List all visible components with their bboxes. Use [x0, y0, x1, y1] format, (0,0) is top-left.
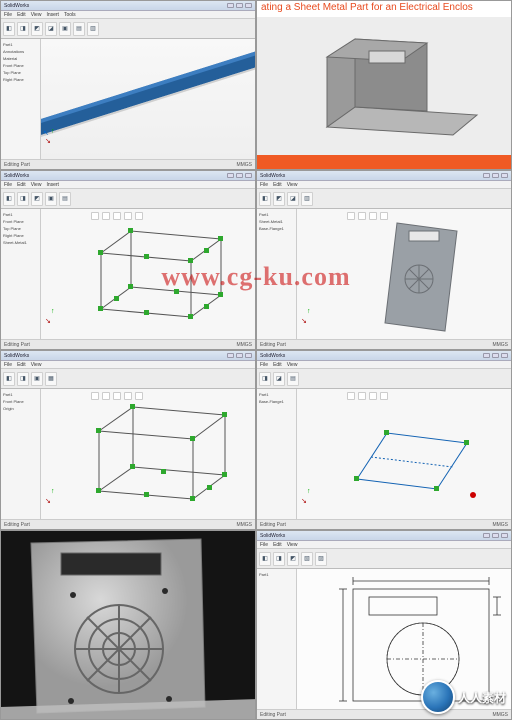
thumb-4: SolidWorks FileEditView ◧◩◪▥ Part1Sheet-… [256, 170, 512, 350]
site-logo: 人人素材 [421, 680, 506, 714]
thumb-5: SolidWorks FileEditView ◧◨▣▦ Part1Front … [0, 350, 256, 530]
status-bar: Editing PartMMGS [257, 339, 511, 349]
tree-root[interactable]: Part1 [3, 41, 38, 48]
ribbon-toolbar[interactable]: ◧◨◩▧▨ [257, 549, 511, 569]
menu-edit[interactable]: Edit [17, 12, 26, 18]
orientation-triad: ↘↑↖ [45, 137, 51, 145]
tutorial-title-text: ating a Sheet Metal Part for an Electric… [261, 2, 473, 13]
menu-bar[interactable]: FileEditView [257, 181, 511, 189]
thumb-2: ating a Sheet Metal Part for an Electric… [256, 0, 512, 170]
wireframe-cube-2 [41, 389, 256, 521]
window-titlebar: SolidWorks [257, 531, 511, 541]
window-titlebar: SolidWorks [1, 1, 255, 11]
ribbon-btn-7[interactable]: ▥ [87, 22, 99, 36]
flat-panel [297, 209, 512, 341]
tutorial-title: ating a Sheet Metal Part for an Electric… [257, 1, 511, 17]
viewport-6[interactable]: ↘↑ [297, 389, 511, 519]
logo-text: 人人素材 [458, 689, 506, 706]
view-tools[interactable] [347, 391, 388, 401]
wireframe-cube-1 [41, 209, 256, 341]
thumb-7 [0, 530, 256, 720]
menu-insert[interactable]: Insert [46, 12, 59, 18]
ribbon-btn-3[interactable]: ◩ [31, 22, 43, 36]
title-text: SolidWorks [4, 3, 29, 9]
menu-bar[interactable]: FileEditView [1, 361, 255, 369]
menu-bar[interactable]: File Edit View Insert Tools [1, 11, 255, 19]
feature-tree[interactable]: Part1 [257, 569, 297, 709]
sketch-parallelogram [297, 389, 512, 521]
close-icon[interactable] [245, 3, 252, 8]
window-controls [227, 3, 252, 8]
model-l-bracket [257, 17, 512, 157]
ribbon-btn-1[interactable]: ◧ [3, 22, 15, 36]
viewport-3[interactable]: ↘↑ [41, 209, 255, 339]
ribbon-toolbar[interactable]: ◧◨◩▣▤ [1, 189, 255, 209]
menu-bar[interactable]: FileEditView [257, 361, 511, 369]
max-icon[interactable] [236, 3, 243, 8]
orientation-triad: ↘↑ [301, 317, 307, 325]
menu-view[interactable]: View [31, 12, 42, 18]
thumb-1: SolidWorks File Edit View Insert Tools ◧… [0, 0, 256, 170]
model-angled-edge [41, 39, 256, 161]
view-tools[interactable] [91, 391, 143, 401]
thumb-3: SolidWorks FileEditViewInsert ◧◨◩▣▤ Part… [0, 170, 256, 350]
feature-tree[interactable]: Part1Sheet-Metal1Base-Flange1 [257, 209, 297, 339]
thumb-6: SolidWorks FileEditView ◨◪▤ Part1Base-Fl… [256, 350, 512, 530]
menu-file[interactable]: File [4, 12, 12, 18]
orange-footer-strip [257, 155, 511, 169]
view-tools[interactable] [91, 211, 143, 221]
status-bar: Editing PartMMGS [1, 339, 255, 349]
ribbon-btn-5[interactable]: ▣ [59, 22, 71, 36]
ribbon-toolbar[interactable]: ◨◪▤ [257, 369, 511, 389]
ribbon-btn-4[interactable]: ◪ [45, 22, 57, 36]
status-left: Editing Part [4, 162, 30, 168]
render-enclosure [1, 531, 256, 720]
feature-tree[interactable]: Part1Front PlaneOrigin [1, 389, 41, 519]
min-icon[interactable] [227, 3, 234, 8]
orientation-triad: ↘↑ [45, 497, 51, 505]
tree-item-5[interactable]: Right Plane [3, 76, 38, 83]
viewport-4[interactable]: ↘↑ [297, 209, 511, 339]
ribbon-btn-2[interactable]: ◨ [17, 22, 29, 36]
window-titlebar: SolidWorks [257, 171, 511, 181]
menu-bar[interactable]: FileEditView [257, 541, 511, 549]
menu-bar[interactable]: FileEditViewInsert [1, 181, 255, 189]
window-titlebar: SolidWorks [1, 351, 255, 361]
view-tools[interactable] [347, 211, 388, 221]
status-bar: Editing PartMMGS [257, 519, 511, 529]
logo-disc-icon [421, 680, 455, 714]
feature-tree[interactable]: Part1Base-Flange1 [257, 389, 297, 519]
status-right: MMGS [236, 162, 252, 168]
menu-tools[interactable]: Tools [64, 12, 76, 18]
status-bar: Editing PartMMGS [1, 519, 255, 529]
tree-item-1[interactable]: Annotations [3, 48, 38, 55]
viewport-1[interactable]: ↘↑↖ [41, 39, 255, 159]
feature-tree[interactable]: Part1 Annotations Material Front Plane T… [1, 39, 41, 159]
feature-tree[interactable]: Part1Front PlaneTop PlaneRight PlaneShee… [1, 209, 41, 339]
orientation-triad: ↘↑ [45, 317, 51, 325]
ribbon-toolbar[interactable]: ◧◩◪▥ [257, 189, 511, 209]
status-bar: Editing Part MMGS [1, 159, 255, 169]
viewport-5[interactable]: ↘↑ [41, 389, 255, 519]
ribbon-btn-6[interactable]: ▤ [73, 22, 85, 36]
ribbon-toolbar[interactable]: ◧◨▣▦ [1, 369, 255, 389]
orientation-triad: ↘↑ [301, 497, 307, 505]
tree-item-3[interactable]: Front Plane [3, 62, 38, 69]
stage-area [257, 17, 511, 155]
window-titlebar: SolidWorks [257, 351, 511, 361]
thumbnail-grid: SolidWorks File Edit View Insert Tools ◧… [0, 0, 512, 720]
tree-item-4[interactable]: Top Plane [3, 69, 38, 76]
ribbon-toolbar[interactable]: ◧ ◨ ◩ ◪ ▣ ▤ ▥ [1, 19, 255, 39]
window-titlebar: SolidWorks [1, 171, 255, 181]
tree-item-2[interactable]: Material [3, 55, 38, 62]
